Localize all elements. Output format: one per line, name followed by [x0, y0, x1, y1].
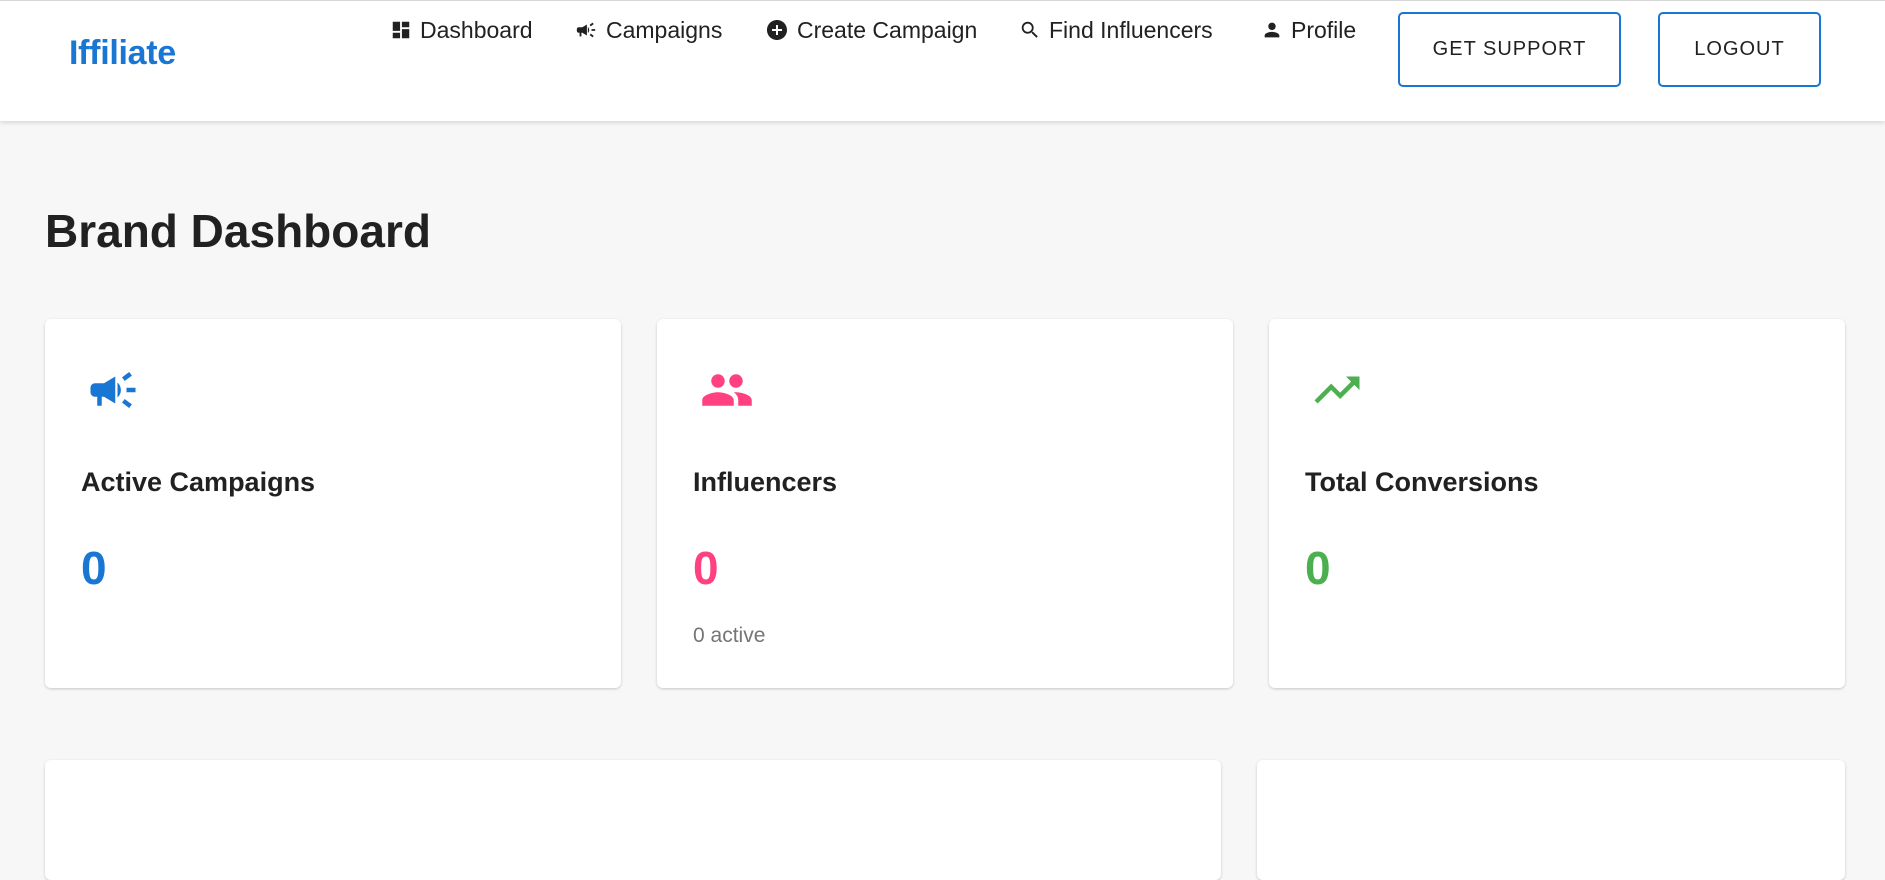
stat-card-active-campaigns: Active Campaigns 0: [45, 319, 621, 688]
nav-create-campaign-label: Create Campaign: [797, 16, 978, 43]
campaign-icon: [574, 19, 598, 41]
people-icon: [693, 363, 761, 422]
brand-logo[interactable]: Iffiliate: [69, 34, 176, 73]
stat-value: 0: [81, 542, 107, 594]
page-title: Brand Dashboard: [45, 205, 431, 257]
nav-campaigns[interactable]: Campaigns: [574, 15, 722, 45]
stat-label: Active Campaigns: [81, 467, 316, 497]
trending-up-icon: [1305, 363, 1369, 422]
person-icon: [1261, 19, 1283, 41]
dashboard-icon: [390, 19, 412, 41]
stat-value: 0: [693, 542, 719, 594]
nav-dashboard[interactable]: Dashboard: [390, 15, 533, 45]
stat-subtext: 0 active: [693, 624, 766, 647]
campaign-icon: [81, 363, 145, 422]
stat-label: Total Conversions: [1305, 467, 1539, 497]
lower-panel-right: [1257, 760, 1845, 880]
lower-panel-left: [45, 760, 1221, 880]
nav-dashboard-label: Dashboard: [420, 16, 533, 43]
app-bar: Iffiliate Dashboard Campaigns Create Cam…: [0, 0, 1885, 121]
stat-value: 0: [1305, 542, 1331, 594]
logout-button[interactable]: LOGOUT: [1658, 12, 1821, 87]
add-circle-icon: [765, 18, 789, 42]
nav-find-influencers-label: Find Influencers: [1049, 16, 1213, 43]
nav-campaigns-label: Campaigns: [606, 16, 723, 43]
search-icon: [1019, 19, 1041, 41]
nav-find-influencers[interactable]: Find Influencers: [1019, 15, 1213, 45]
nav-profile-label: Profile: [1291, 16, 1357, 43]
stat-card-influencers: Influencers 0 0 active: [657, 319, 1233, 688]
stat-label: Influencers: [693, 467, 838, 497]
nav-create-campaign[interactable]: Create Campaign: [765, 15, 977, 45]
nav-profile[interactable]: Profile: [1261, 15, 1356, 45]
stat-card-total-conversions: Total Conversions 0: [1269, 319, 1845, 688]
get-support-button[interactable]: GET SUPPORT: [1398, 12, 1621, 87]
